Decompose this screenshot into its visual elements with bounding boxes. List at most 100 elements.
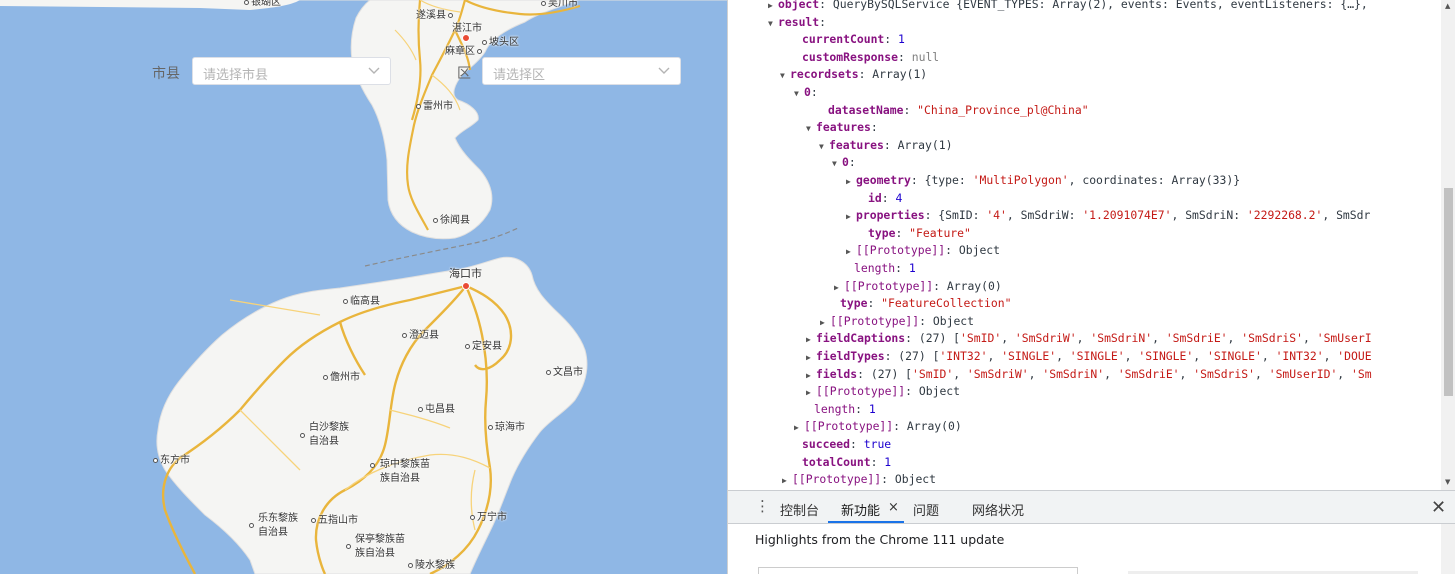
expand-triangle-right-icon[interactable]: ▶	[794, 419, 804, 437]
console-token: :	[867, 296, 882, 311]
console-line[interactable]: ▶ [[Prototype]]: Object	[846, 242, 1000, 261]
console-token: , coordinates: Array(33)}	[1068, 173, 1241, 187]
expand-triangle-right-icon[interactable]: ▶	[768, 0, 778, 15]
console-line[interactable]: ▶ [[Prototype]]: Object	[820, 313, 974, 332]
tab-issues[interactable]: 问题	[913, 500, 939, 519]
console-token: ,	[1227, 331, 1242, 346]
console-token: 1	[884, 454, 892, 469]
expand-triangle-right-icon[interactable]: ▶	[806, 349, 816, 367]
console-line[interactable]: ▶ [[Prototype]]: Object	[806, 383, 960, 402]
console-line[interactable]: ▶ properties: {SmID: '4', SmSdriW: '1.209…	[846, 207, 1370, 226]
console-line: currentCount: 1	[792, 31, 905, 49]
console-scrollbar[interactable]: ▲ ▼	[1441, 0, 1455, 490]
console-token: properties	[856, 208, 925, 223]
expand-triangle-right-icon[interactable]: ▶	[846, 173, 856, 191]
console-token: [[Prototype]]	[816, 384, 906, 399]
city-dot-icon	[433, 217, 438, 223]
console-token: 'SINGLE'	[1206, 349, 1262, 363]
console-token: :	[870, 454, 885, 469]
expand-triangle-down-icon[interactable]: ▼	[780, 67, 790, 85]
place-label: 海口市	[449, 267, 482, 280]
expand-triangle-right-icon[interactable]: ▶	[806, 331, 816, 349]
place-label: 琼中黎族苗	[380, 459, 430, 470]
console-token: 'DOUE	[1337, 349, 1372, 363]
city-select[interactable]: 请选择市县	[192, 57, 391, 85]
console-line[interactable]: ▶ geometry: {type: 'MultiPolygon', coordi…	[846, 172, 1240, 191]
console-line: totalCount: 1	[792, 454, 891, 472]
expand-triangle-down-icon[interactable]: ▼	[794, 85, 804, 103]
console-token: ,	[1337, 366, 1352, 381]
console-token: 'MultiPolygon'	[972, 173, 1069, 187]
console-token: recordsets	[790, 67, 859, 82]
console-token: :	[855, 401, 869, 416]
console-token: features	[816, 120, 871, 135]
console-line: type: "FeatureCollection"	[830, 295, 1011, 313]
console-line: customResponse: null	[792, 49, 939, 67]
console-token: fieldCaptions	[816, 331, 906, 346]
console-line[interactable]: ▼ features:	[806, 119, 878, 138]
console-token: geometry	[856, 173, 911, 187]
city-dot-icon	[323, 374, 328, 380]
scroll-down-icon[interactable]: ▼	[1445, 478, 1450, 486]
console-line[interactable]: ▶ fieldTypes: (27) ['INT32', 'SINGLE', 'S…	[806, 348, 1372, 367]
console-token: ,	[1104, 366, 1118, 381]
scrollbar-thumb[interactable]	[1444, 188, 1453, 396]
console-line[interactable]: ▶ fields: (27) ['SmID', 'SmSdriW', 'SmSdr…	[806, 366, 1372, 385]
console-token: features	[829, 137, 884, 152]
console-token: : {SmID:	[924, 208, 987, 223]
expand-triangle-right-icon[interactable]: ▶	[846, 208, 856, 226]
close-tab-icon[interactable]: ×	[888, 500, 899, 515]
map-base	[0, 0, 727, 574]
expand-triangle-right-icon[interactable]: ▶	[782, 472, 792, 490]
console-line[interactable]: ▶ [[Prototype]]: Object	[782, 471, 936, 490]
console-line[interactable]: ▼ features: Array(1)	[819, 137, 952, 156]
console-token: ,	[1303, 331, 1317, 346]
console-line[interactable]: ▼ result:	[768, 14, 826, 33]
scroll-up-icon[interactable]: ▲	[1445, 2, 1450, 10]
more-tools-kebab-icon[interactable]: ⋮	[755, 499, 770, 514]
tab-network-conditions[interactable]: 网络状况	[972, 500, 1024, 519]
close-drawer-icon[interactable]: ✕	[1431, 497, 1446, 518]
console-line[interactable]: ▶ fieldCaptions: (27) ['SmID', 'SmSdriW',…	[806, 330, 1372, 349]
console-line[interactable]: ▼ 0:	[832, 154, 856, 173]
expand-triangle-right-icon[interactable]: ▶	[806, 367, 816, 385]
console-line[interactable]: ▶ [[Prototype]]: Array(0)	[794, 418, 962, 437]
place-label: 乐东黎族	[258, 513, 298, 524]
console-token: '4'	[986, 208, 1007, 223]
console-token: :	[895, 225, 910, 240]
city-dot-icon	[311, 517, 316, 523]
place-label: 五指山市	[311, 515, 358, 527]
drawer-scrollbar[interactable]	[1441, 524, 1455, 574]
console-token: 4	[895, 190, 903, 205]
map-panel[interactable]: 银瑚区 遂溪县 吴川市 湛江市 麻章区 坡头区 雷州市 徐闻县 海口市 临高县 …	[0, 0, 727, 574]
leizhou-peninsula	[0, 0, 727, 240]
place-label: 保亭黎族苗	[355, 534, 405, 545]
expand-triangle-down-icon[interactable]: ▼	[768, 15, 778, 33]
place-label: 白沙黎族	[309, 422, 349, 433]
tab-whats-new[interactable]: 新功能	[841, 500, 880, 519]
expand-triangle-down-icon[interactable]: ▼	[832, 155, 842, 173]
console-line[interactable]: ▶ [[Prototype]]: Array(0)	[834, 278, 1002, 297]
expand-triangle-right-icon[interactable]: ▶	[846, 243, 856, 261]
console-line[interactable]: ▼ 0:	[794, 84, 818, 103]
console-output[interactable]: ▶ object: QueryBySQLService {EVENT_TYPES:…	[728, 0, 1441, 490]
console-token: type	[840, 296, 868, 311]
console-line[interactable]: ▶ object: QueryBySQLService {EVENT_TYPES:…	[768, 0, 1368, 15]
expand-triangle-right-icon[interactable]: ▶	[820, 314, 830, 332]
console-token: : Array(0)	[893, 419, 962, 434]
console-token: :	[884, 32, 899, 47]
tab-console[interactable]: 控制台	[780, 500, 819, 519]
console-line: type: "Feature"	[858, 225, 971, 243]
expand-triangle-down-icon[interactable]: ▼	[819, 138, 829, 156]
place-label: 吴川市	[541, 0, 578, 10]
console-token: : (27) [	[905, 331, 961, 346]
console-line[interactable]: ▼ recordsets: Array(1)	[780, 66, 927, 85]
console-token: :	[870, 120, 878, 135]
place-label: 临高县	[343, 296, 380, 308]
console-token: : {type:	[910, 173, 973, 187]
console-token: ,	[987, 349, 1002, 363]
expand-triangle-down-icon[interactable]: ▼	[806, 120, 816, 138]
expand-triangle-right-icon[interactable]: ▶	[806, 384, 816, 402]
district-select[interactable]: 请选择区	[482, 57, 681, 85]
expand-triangle-right-icon[interactable]: ▶	[834, 279, 844, 297]
